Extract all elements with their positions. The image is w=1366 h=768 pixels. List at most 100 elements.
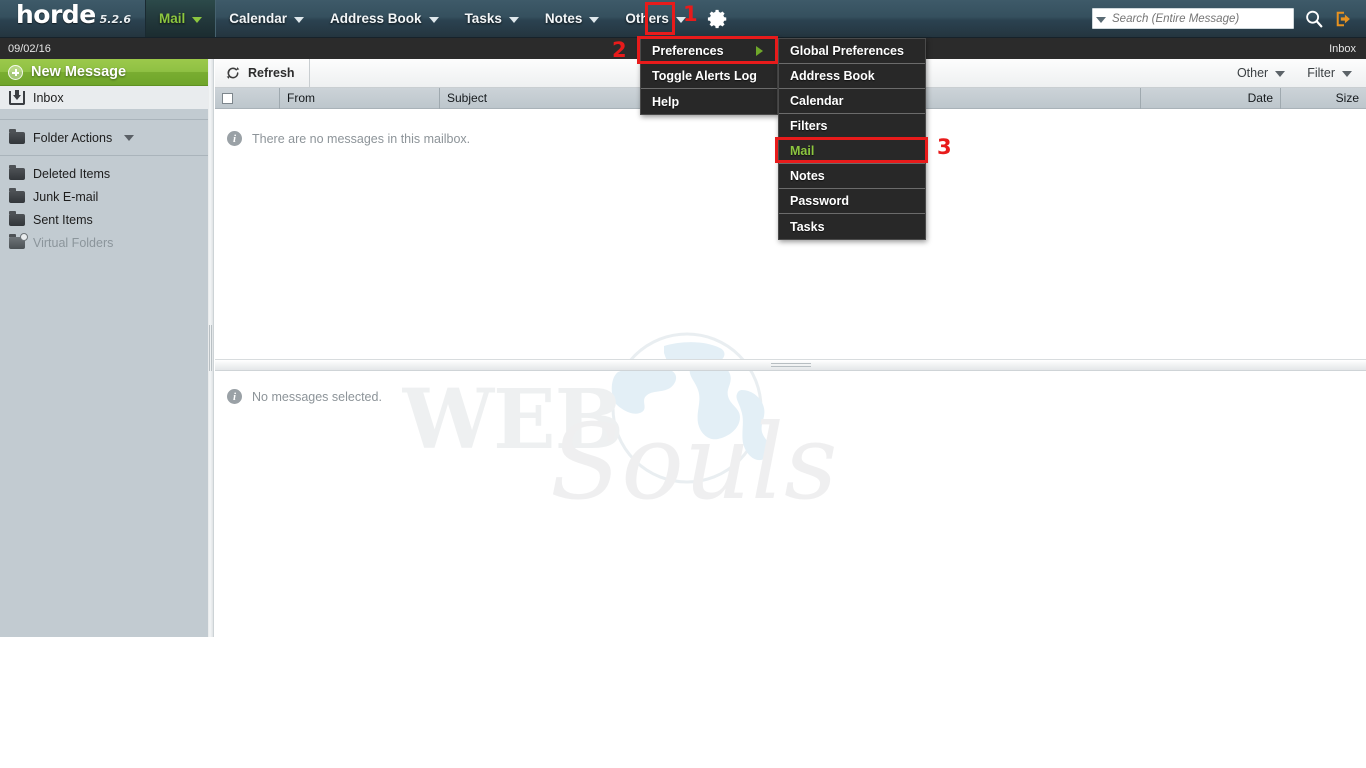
- nav-item-tasks[interactable]: Tasks: [452, 0, 532, 37]
- horde-webmail-app: horde 5.2.6 Mail Calendar Address Book T…: [0, 0, 1366, 768]
- menu-item-label: Global Preferences: [790, 44, 904, 58]
- chevron-down-icon: [1342, 71, 1352, 77]
- sidebar-item-label: Folder Actions: [33, 130, 113, 145]
- sidebar-item-deleted-items[interactable]: Deleted Items: [0, 162, 208, 185]
- new-message-label: New Message: [31, 64, 127, 80]
- column-header-date[interactable]: Date: [1141, 87, 1281, 109]
- horde-logo[interactable]: horde 5.2.6: [0, 0, 145, 37]
- column-header-label: Size: [1335, 91, 1359, 105]
- search-area: [1092, 0, 1366, 37]
- nav-item-label: Others: [625, 11, 669, 26]
- sidebar-item-inbox[interactable]: Inbox: [0, 86, 208, 109]
- sidebar-item-label: Virtual Folders: [33, 235, 114, 250]
- select-all-checkbox[interactable]: [222, 92, 233, 104]
- refresh-label: Refresh: [248, 66, 295, 80]
- menu-item-filters[interactable]: Filters: [779, 114, 925, 139]
- nav-item-mail[interactable]: Mail: [144, 0, 217, 37]
- chevron-right-icon: [756, 46, 763, 56]
- nav-item-label: Address Book: [330, 11, 422, 26]
- info-icon: i: [227, 131, 242, 146]
- menu-item-label: Password: [790, 194, 850, 208]
- menu-item-label: Tasks: [790, 219, 825, 234]
- sidebar-item-label: Junk E-mail: [33, 189, 99, 204]
- menu-item-label: Notes: [790, 169, 825, 183]
- settings-menu: Preferences Toggle Alerts Log Help: [640, 38, 778, 115]
- refresh-button[interactable]: Refresh: [215, 58, 310, 88]
- menu-item-toggle-alerts-log[interactable]: Toggle Alerts Log: [641, 64, 777, 89]
- other-menu-button[interactable]: Other: [1236, 66, 1286, 80]
- splitter-grip: [770, 363, 811, 367]
- folder-icon: [9, 164, 25, 180]
- chevron-down-icon[interactable]: [1096, 16, 1106, 23]
- menu-item-address-book[interactable]: Address Book: [779, 64, 925, 89]
- other-label: Other: [1236, 66, 1269, 80]
- column-header-from[interactable]: From: [280, 87, 440, 109]
- chevron-down-icon: [589, 16, 600, 23]
- menu-item-calendar[interactable]: Calendar: [779, 89, 925, 114]
- settings-button[interactable]: [699, 0, 737, 37]
- column-header-size[interactable]: Size: [1281, 88, 1366, 109]
- column-header-label: Subject: [447, 91, 488, 105]
- search-box[interactable]: [1092, 8, 1294, 29]
- chevron-down-icon: [428, 16, 439, 23]
- nav-item-calendar[interactable]: Calendar: [216, 0, 317, 37]
- filter-menu-button[interactable]: Filter: [1307, 66, 1352, 80]
- menu-item-notes[interactable]: Notes: [779, 164, 925, 189]
- nav-item-notes[interactable]: Notes: [532, 0, 613, 37]
- sidebar-item-virtual-folders[interactable]: Virtual Folders: [0, 231, 208, 254]
- preview-splitter[interactable]: [215, 359, 1366, 371]
- virtual-folder-icon: [9, 232, 28, 249]
- search-icon[interactable]: [1303, 8, 1325, 30]
- column-header-label: From: [287, 91, 315, 105]
- preferences-submenu: Global Preferences Address Book Calendar…: [778, 38, 926, 240]
- chevron-down-icon: [294, 16, 305, 23]
- sidebar-item-folder-actions[interactable]: Folder Actions: [0, 126, 208, 149]
- sidebar-folders-block: Deleted Items Junk E-mail Sent Items Vir…: [0, 156, 208, 260]
- sidebar-item-label: Inbox: [33, 90, 64, 105]
- menu-item-mail[interactable]: Mail: [779, 139, 925, 164]
- preview-empty-state: i No messages selected.: [215, 371, 1366, 404]
- info-icon: i: [227, 389, 242, 404]
- menu-item-password[interactable]: Password: [779, 189, 925, 214]
- menu-item-label: Filters: [790, 119, 828, 133]
- menu-item-label: Address Book: [790, 69, 875, 83]
- chevron-down-icon: [1275, 71, 1286, 77]
- menu-item-label: Calendar: [790, 94, 844, 108]
- folder-icon: [9, 210, 25, 226]
- folder-icon: [9, 187, 25, 203]
- chevron-down-icon: [192, 16, 203, 23]
- menu-item-preferences[interactable]: Preferences: [641, 39, 777, 64]
- sidebar-splitter[interactable]: [208, 59, 214, 637]
- inbox-icon: [9, 89, 25, 105]
- sidebar-folder-actions-block: Folder Actions: [0, 120, 208, 155]
- new-message-button[interactable]: New Message: [0, 59, 208, 86]
- nav-item-label: Calendar: [229, 11, 288, 26]
- nav-item-label: Notes: [544, 11, 583, 26]
- no-message-selected-text: No messages selected.: [252, 389, 382, 404]
- folder-icon: [9, 128, 25, 144]
- menu-item-label: Preferences: [652, 44, 724, 58]
- logout-icon[interactable]: [1334, 8, 1354, 30]
- chevron-down-icon: [124, 134, 135, 141]
- menu-item-help[interactable]: Help: [641, 89, 777, 114]
- menu-item-label: Mail: [790, 144, 815, 158]
- column-header-select-all[interactable]: [215, 87, 280, 109]
- logo-version: 5.2.6: [99, 13, 131, 26]
- menu-item-tasks[interactable]: Tasks: [779, 214, 925, 239]
- menu-item-label: Toggle Alerts Log: [652, 69, 757, 83]
- chevron-down-icon: [675, 16, 686, 23]
- nav-item-address-book[interactable]: Address Book: [317, 0, 452, 37]
- filter-label: Filter: [1307, 66, 1335, 80]
- logo-text: horde: [16, 0, 96, 29]
- sidebar-item-junk-email[interactable]: Junk E-mail: [0, 185, 208, 208]
- sidebar-item-sent-items[interactable]: Sent Items: [0, 208, 208, 231]
- nav-item-others[interactable]: Others: [612, 0, 699, 37]
- menu-item-global-preferences[interactable]: Global Preferences: [779, 39, 925, 64]
- empty-message-text: There are no messages in this mailbox.: [252, 131, 471, 146]
- message-preview-pane: i No messages selected.: [215, 371, 1366, 636]
- plus-circle-icon: [8, 64, 23, 80]
- search-input[interactable]: [1112, 12, 1289, 25]
- current-date: 09/02/16: [8, 42, 51, 55]
